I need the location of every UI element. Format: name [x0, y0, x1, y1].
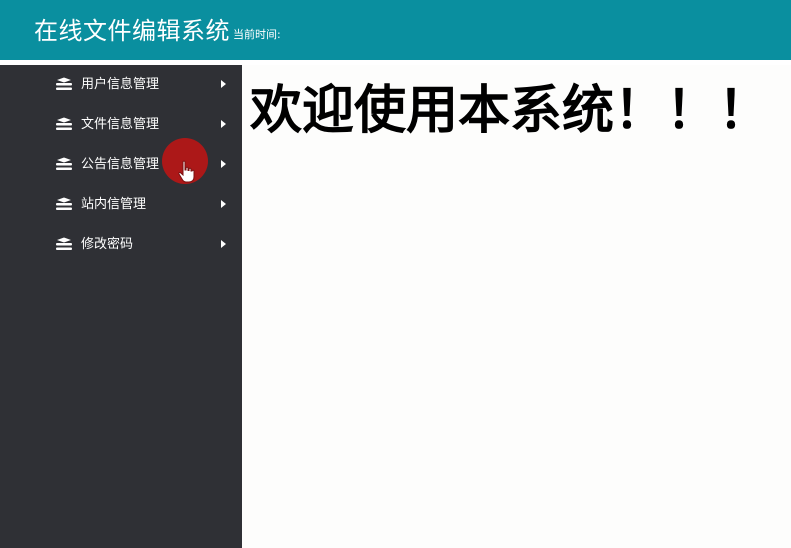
- main-content: 欢迎使用本系统！！！: [242, 65, 791, 548]
- sidebar-item-label: 站内信管理: [81, 197, 147, 212]
- welcome-heading: 欢迎使用本系统！！！: [250, 81, 771, 141]
- sidebar-item-label: 修改密码: [81, 237, 134, 252]
- sidebar-item-file-management[interactable]: 文件信息管理: [0, 105, 242, 145]
- layers-icon: [56, 77, 72, 90]
- caret-right-icon: [221, 240, 226, 248]
- caret-right-icon: [221, 200, 226, 208]
- caret-right-icon: [221, 160, 226, 168]
- sidebar: 用户信息管理 文件信息管理 公告信息管理 站内信管理 修改密码: [0, 65, 242, 548]
- caret-right-icon: [221, 80, 226, 88]
- layers-icon: [56, 237, 72, 250]
- top-header: 在线文件编辑系统 当前时间:: [0, 0, 791, 60]
- sidebar-item-label: 用户信息管理: [81, 77, 160, 92]
- sidebar-item-label: 文件信息管理: [81, 117, 160, 132]
- hand-pointer-icon: [178, 160, 195, 183]
- caret-right-icon: [221, 120, 226, 128]
- layers-icon: [56, 117, 72, 130]
- app-title: 在线文件编辑系统: [34, 17, 230, 45]
- layers-icon: [56, 197, 72, 210]
- sidebar-item-change-password[interactable]: 修改密码: [0, 225, 242, 265]
- layers-icon: [56, 157, 72, 170]
- sidebar-item-message-management[interactable]: 站内信管理: [0, 185, 242, 225]
- current-time-label: 当前时间:: [233, 28, 281, 41]
- app-window: 在线文件编辑系统 当前时间: 用户信息管理 文件信息管理 公告信息管理 站内信管…: [0, 0, 791, 548]
- sidebar-item-label: 公告信息管理: [81, 157, 160, 172]
- sidebar-item-user-management[interactable]: 用户信息管理: [0, 65, 242, 105]
